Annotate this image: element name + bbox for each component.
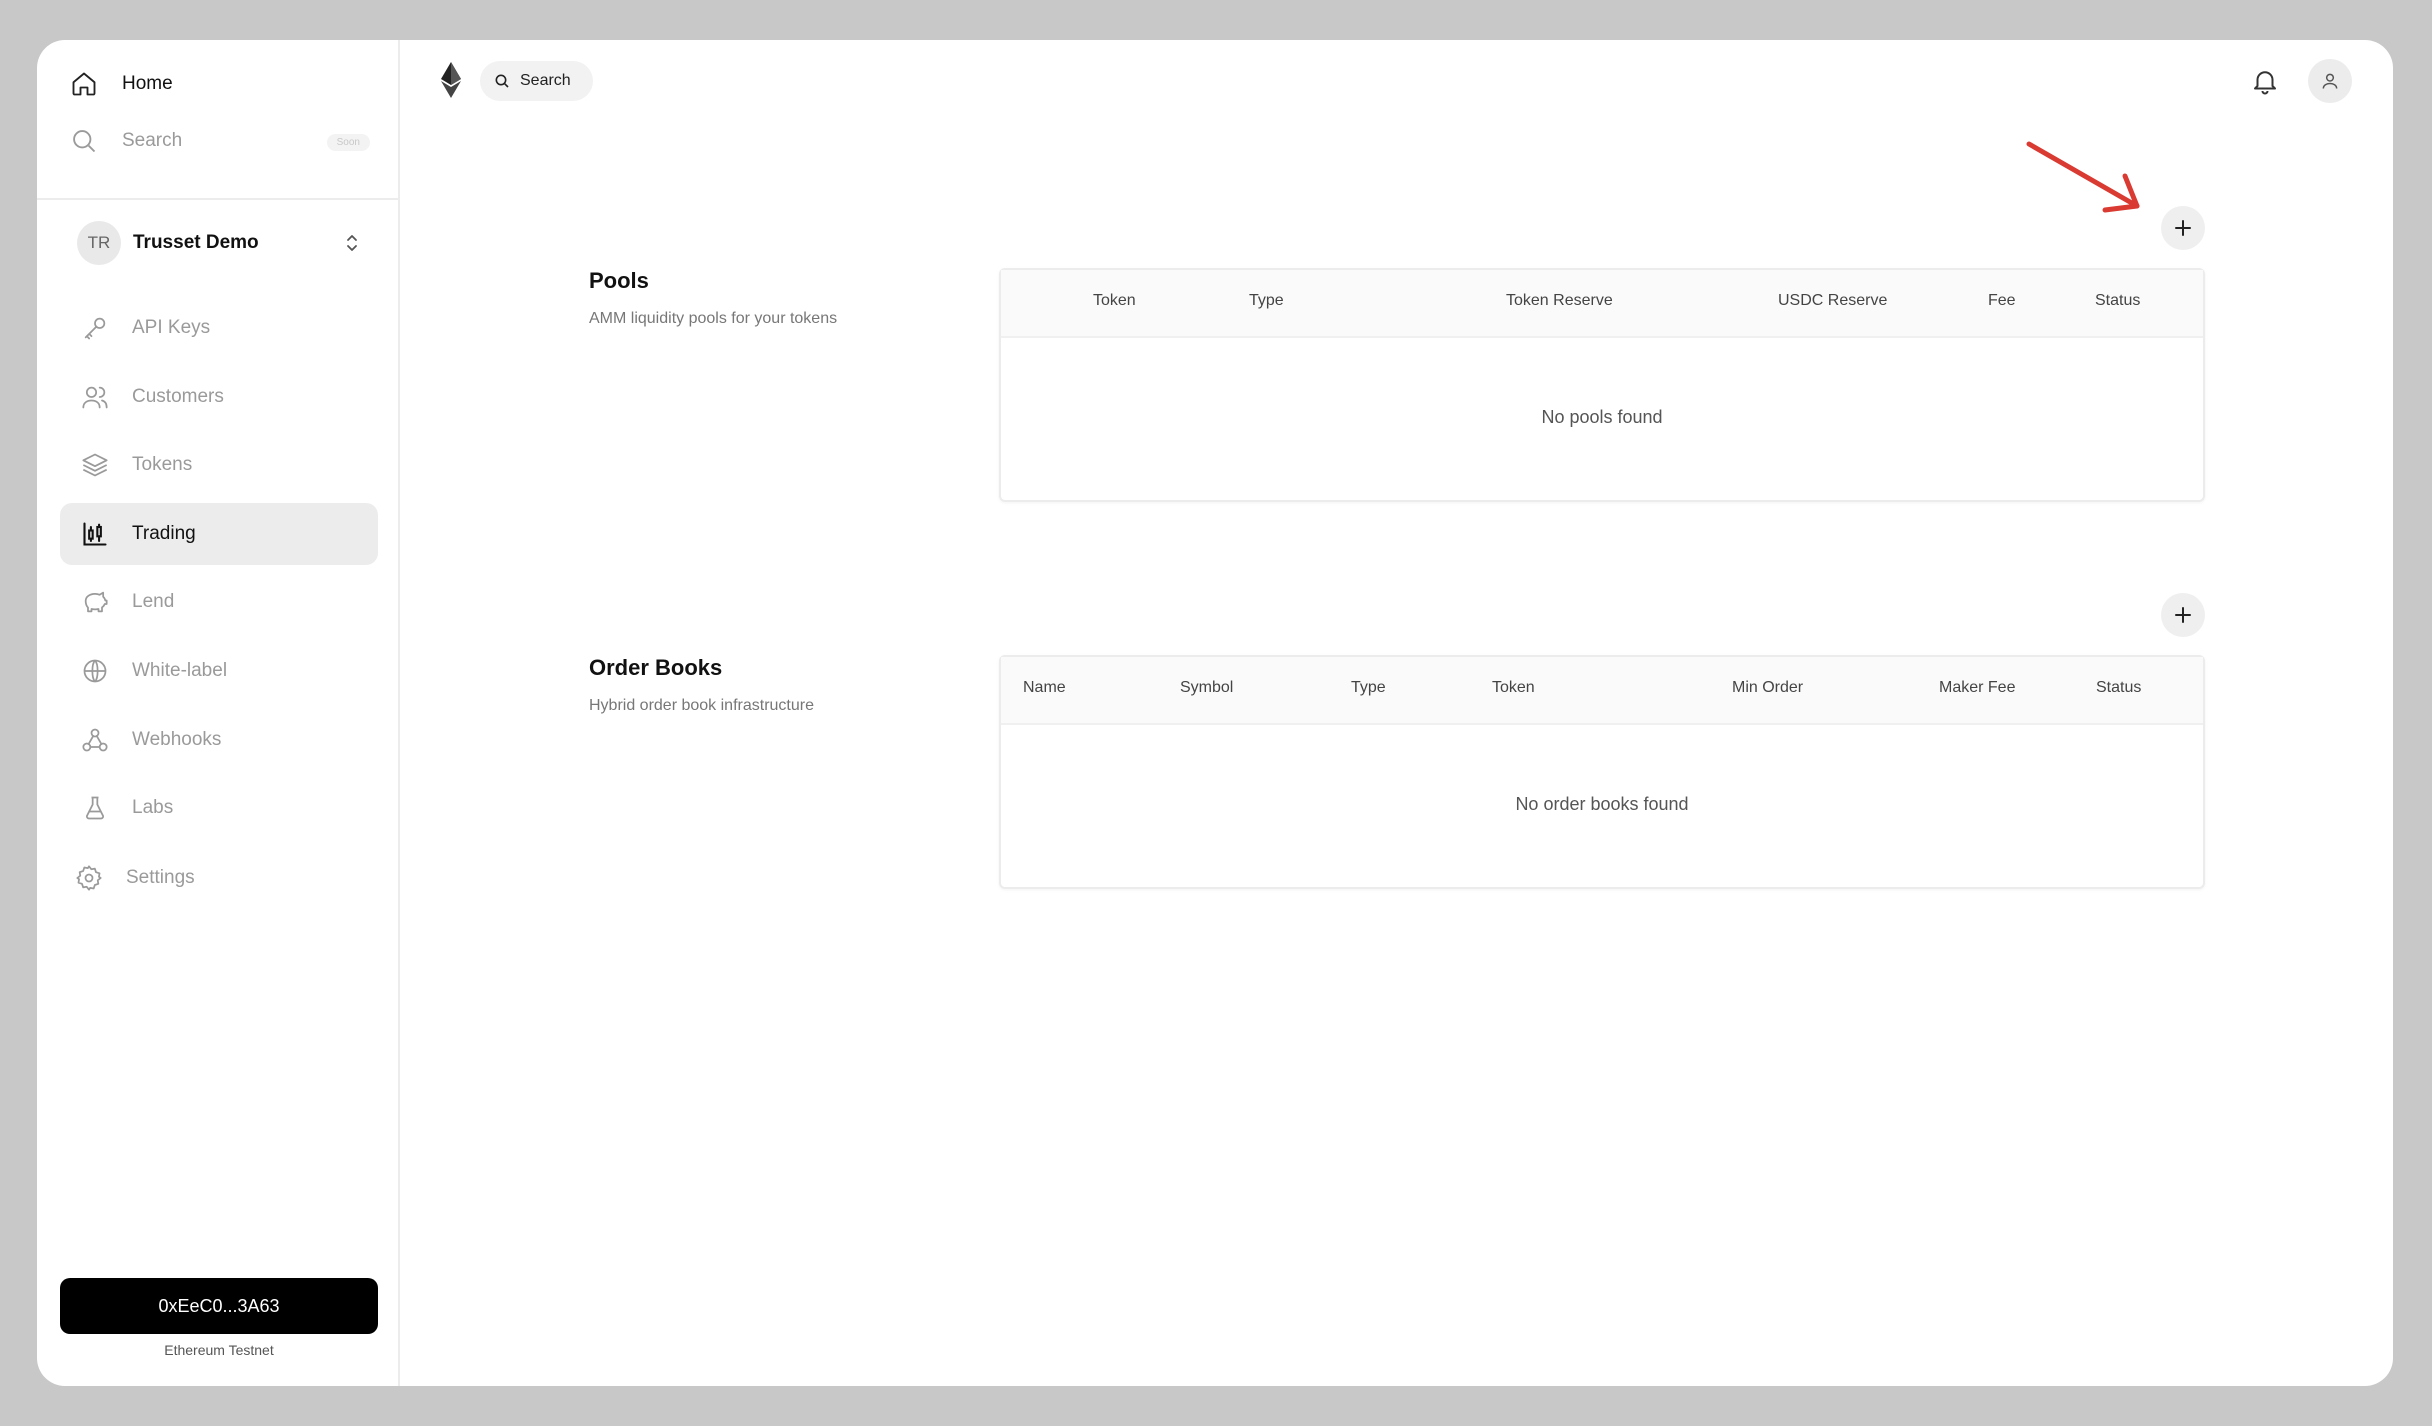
sidebar-item-trading[interactable]: Trading	[60, 502, 378, 565]
column-header[interactable]: Status	[2096, 679, 2141, 697]
order-books-table-header: Name Symbol Type Token Min Order Maker F…	[1001, 657, 2203, 725]
order-books-table: Name Symbol Type Token Min Order Maker F…	[999, 655, 2205, 889]
column-header[interactable]: Type	[1351, 679, 1386, 697]
wallet-address-button[interactable]: 0xEeC0...3A63	[60, 1278, 378, 1334]
chart-icon	[80, 519, 110, 549]
workspace-avatar: TR	[77, 221, 121, 265]
plus-icon	[2175, 220, 2191, 236]
column-header[interactable]: Name	[1023, 679, 1066, 697]
network-label: Ethereum Testnet	[164, 1342, 274, 1358]
search-icon	[495, 74, 509, 88]
chevron-up-down-icon	[342, 231, 362, 255]
user-icon	[2322, 73, 2338, 89]
sidebar: Home Search Soon TR Trusset Demo API Key…	[37, 40, 400, 1386]
sidebar-item-label: White-label	[132, 659, 228, 681]
top-search-label: Search	[520, 72, 571, 89]
gear-icon	[74, 863, 104, 893]
search-label: Search	[122, 130, 183, 151]
column-header[interactable]: Token Reserve	[1506, 292, 1613, 310]
annotation-arrow-icon	[2026, 141, 2140, 213]
add-order-book-button[interactable]	[2161, 593, 2205, 637]
column-header[interactable]: Symbol	[1180, 679, 1233, 697]
pools-description: AMM liquidity pools for your tokens	[589, 310, 838, 327]
search-icon	[73, 130, 96, 153]
sidebar-item-labs[interactable]: Labs	[60, 777, 378, 839]
workspace-name: Trusset Demo	[133, 232, 259, 253]
sidebar-item-label: Labs	[132, 797, 174, 819]
column-header[interactable]: Type	[1249, 292, 1284, 310]
sidebar-item-white-label[interactable]: White-label	[60, 640, 378, 702]
globe-icon	[80, 656, 110, 686]
column-header[interactable]: Status	[2095, 292, 2140, 310]
sidebar-item-label: Trading	[132, 522, 196, 544]
piggy-bank-icon	[80, 587, 110, 617]
ethereum-icon[interactable]	[439, 62, 463, 98]
flask-icon	[80, 793, 110, 823]
sidebar-item-label: Webhooks	[132, 728, 222, 750]
home-label: Home	[122, 73, 173, 94]
sidebar-item-tokens[interactable]: Tokens	[60, 434, 378, 496]
workspace-switcher[interactable]: TR Trusset Demo	[77, 219, 362, 267]
pools-table-header: Token Type Token Reserve USDC Reserve Fe…	[1001, 270, 2203, 338]
home-icon	[72, 72, 96, 96]
key-icon	[80, 313, 110, 343]
column-header[interactable]: Token	[1093, 292, 1136, 310]
bell-icon[interactable]	[2250, 66, 2280, 96]
sidebar-item-label: API Keys	[132, 317, 211, 338]
column-header[interactable]: Fee	[1988, 292, 2016, 310]
sidebar-item-lend[interactable]: Lend	[60, 571, 378, 633]
plus-icon	[2175, 607, 2191, 623]
sidebar-home[interactable]: Home	[70, 70, 173, 98]
webhook-icon	[80, 725, 110, 755]
add-pool-button[interactable]	[2161, 206, 2205, 250]
sidebar-item-api-keys[interactable]: API Keys	[60, 297, 378, 359]
sidebar-item-label: Lend	[132, 591, 175, 613]
column-header[interactable]: Min Order	[1732, 679, 1803, 697]
sidebar-nav: API Keys Customers Tokens Trading Lend W…	[60, 297, 378, 846]
pools-empty-state: No pools found	[1541, 407, 1663, 427]
sidebar-item-customers[interactable]: Customers	[60, 366, 378, 428]
sidebar-item-label: Tokens	[132, 454, 193, 476]
pools-table: Token Type Token Reserve USDC Reserve Fe…	[999, 268, 2205, 502]
soon-badge: Soon	[326, 134, 370, 151]
layers-icon	[80, 450, 110, 480]
sidebar-search[interactable]: Search Soon	[70, 127, 370, 155]
order-books-description: Hybrid order book infrastructure	[589, 697, 814, 714]
column-header[interactable]: Token	[1492, 679, 1535, 697]
sidebar-item-label: Customers	[132, 385, 224, 407]
app-window: Home Search Soon TR Trusset Demo API Key…	[37, 40, 2393, 1386]
sidebar-divider	[37, 198, 398, 200]
sidebar-item-webhooks[interactable]: Webhooks	[60, 709, 378, 771]
column-header[interactable]: Maker Fee	[1939, 679, 2015, 697]
users-icon	[80, 382, 110, 412]
top-search-button[interactable]: Search	[480, 61, 593, 101]
order-books-title: Order Books	[589, 655, 723, 680]
settings-label: Settings	[126, 867, 195, 888]
sidebar-item-settings[interactable]: Settings	[74, 863, 195, 893]
column-header[interactable]: USDC Reserve	[1778, 292, 1887, 310]
user-avatar-button[interactable]	[2308, 59, 2352, 103]
order-books-empty-state: No order books found	[1515, 794, 1689, 814]
pools-title: Pools	[589, 268, 649, 293]
